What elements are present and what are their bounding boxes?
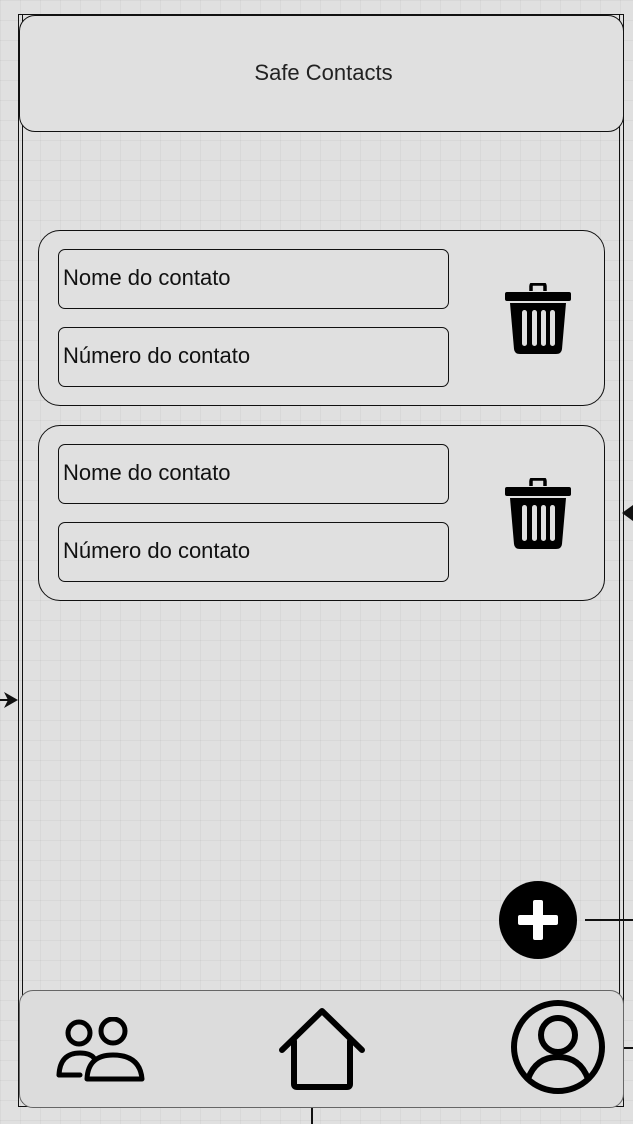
arrowhead-right-icon [622,505,633,521]
contact-name-field[interactable]: Nome do contato [58,249,449,309]
contact-number-field[interactable]: Número do contato [58,327,449,387]
trash-icon[interactable] [505,283,571,355]
contact-card: Nome do contato Número do contato [38,425,605,601]
add-contact-button[interactable] [499,881,577,959]
contact-number-field[interactable]: Número do contato [58,522,449,582]
contact-name-field[interactable]: Nome do contato [58,444,449,504]
bottom-nav [19,990,624,1108]
app-header: Safe Contacts [19,15,624,132]
connector-line-fab [585,919,633,921]
home-icon[interactable] [278,1007,366,1091]
trash-icon[interactable] [505,478,571,550]
page-title: Safe Contacts [254,59,393,85]
profile-icon[interactable] [510,999,606,1095]
contact-card: Nome do contato Número do contato [38,230,605,406]
contacts-icon[interactable] [56,1017,148,1083]
arrowhead-left-icon [4,692,18,708]
